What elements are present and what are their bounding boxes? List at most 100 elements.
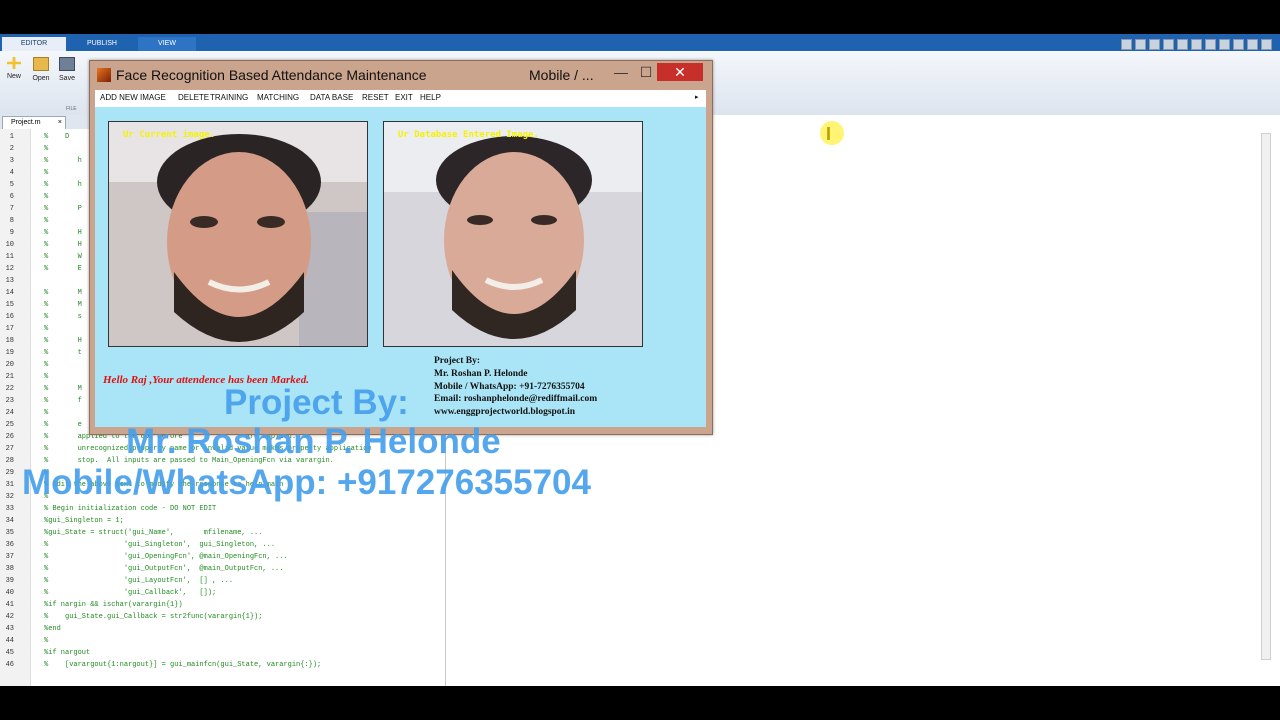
database-image-panel: Ur Database Entered Image. xyxy=(383,121,643,347)
code-line: %gui_Singleton = 1; xyxy=(44,517,124,525)
line-number: 42 xyxy=(5,613,14,621)
code-line: % M xyxy=(44,301,82,309)
line-number: 31 xyxy=(5,481,14,489)
code-line: % h xyxy=(44,181,82,189)
quick-access-icon[interactable] xyxy=(1163,39,1174,50)
line-number: 4 xyxy=(9,169,14,177)
close-tab-icon[interactable]: × xyxy=(58,117,62,129)
current-image-panel: Ur Current image. xyxy=(108,121,368,347)
line-number: 13 xyxy=(5,277,14,285)
face-recognition-window: Face Recognition Based Attendance Mainte… xyxy=(89,60,713,435)
line-number: 43 xyxy=(5,625,14,633)
line-number: 28 xyxy=(5,457,14,465)
code-line: % Begin initialization code - DO NOT EDI… xyxy=(44,505,217,513)
line-number: 10 xyxy=(5,241,14,249)
matlab-logo-icon xyxy=(97,68,111,82)
menu-help[interactable]: HELP xyxy=(420,93,441,102)
code-line: % P xyxy=(44,205,82,213)
line-number: 14 xyxy=(5,289,14,297)
quick-access-icon[interactable] xyxy=(1247,39,1258,50)
quick-access-icon[interactable] xyxy=(1177,39,1188,50)
code-line: % f xyxy=(44,397,82,405)
section-label: FILE xyxy=(66,106,77,112)
line-number: 36 xyxy=(5,541,14,549)
code-line: % e xyxy=(44,421,82,429)
line-number: 38 xyxy=(5,565,14,573)
vertical-scrollbar[interactable] xyxy=(1261,133,1271,660)
code-line: %if nargin && ischar(varargin{1}) xyxy=(44,601,183,609)
quick-access-icon[interactable] xyxy=(1205,39,1216,50)
line-number: 5 xyxy=(9,181,14,189)
menu-exit[interactable]: EXIT xyxy=(395,93,413,102)
menu-database[interactable]: DATA BASE xyxy=(310,93,353,102)
watermark-project-by: Project By: xyxy=(224,383,409,422)
line-number: 12 xyxy=(5,265,14,273)
quick-access-icon[interactable] xyxy=(1121,39,1132,50)
code-line: % H xyxy=(44,229,82,237)
ribbon-tab-strip: EDITOR PUBLISH VIEW xyxy=(0,34,1280,51)
quick-access-icon[interactable] xyxy=(1149,39,1160,50)
line-number: 32 xyxy=(5,493,14,501)
quick-access-icon[interactable] xyxy=(1191,39,1202,50)
close-button[interactable]: ✕ xyxy=(657,63,703,81)
save-button[interactable]: Save xyxy=(55,57,79,82)
text-cursor-icon: I xyxy=(826,124,832,144)
open-button[interactable]: Open xyxy=(29,57,53,82)
code-line: % xyxy=(44,373,49,381)
maximize-button[interactable]: ☐ xyxy=(635,63,657,81)
window-title: Face Recognition Based Attendance Mainte… xyxy=(116,67,427,83)
line-number: 35 xyxy=(5,529,14,537)
code-line: % 'gui_Singleton', gui_Singleton, ... xyxy=(44,541,276,549)
code-line: % [varargout{1:nargout}] = gui_mainfcn(g… xyxy=(44,661,322,669)
code-line: % h xyxy=(44,157,82,165)
plus-icon xyxy=(7,57,21,69)
tab-publish[interactable]: PUBLISH xyxy=(72,37,132,51)
code-line: % M xyxy=(44,385,82,393)
line-number: 22 xyxy=(5,385,14,393)
line-number: 26 xyxy=(5,433,14,441)
new-button[interactable]: New xyxy=(2,57,26,80)
menu-delete[interactable]: DELETE xyxy=(178,93,209,102)
credits-line: www.enggprojectworld.blogspot.in xyxy=(434,407,576,418)
code-line: % xyxy=(44,217,49,225)
face-photo xyxy=(384,122,642,346)
menu-reset[interactable]: RESET xyxy=(362,93,389,102)
line-number: 33 xyxy=(5,505,14,513)
code-line: % xyxy=(44,145,49,153)
line-number: 37 xyxy=(5,553,14,561)
code-line: % xyxy=(44,169,49,177)
folder-icon xyxy=(33,57,49,71)
tab-editor[interactable]: EDITOR xyxy=(2,37,66,51)
code-line: % xyxy=(44,361,49,369)
file-tab[interactable]: Project.m × xyxy=(2,116,66,130)
menu-matching[interactable]: MATCHING xyxy=(257,93,299,102)
tab-view[interactable]: VIEW xyxy=(138,37,196,51)
quick-access-icon[interactable] xyxy=(1233,39,1244,50)
line-number: 20 xyxy=(5,361,14,369)
line-number: 17 xyxy=(5,325,14,333)
line-number: 39 xyxy=(5,577,14,585)
credits-line: Mr. Roshan P. Helonde xyxy=(434,368,528,379)
new-label: New xyxy=(6,73,21,80)
face-photo xyxy=(109,122,367,346)
code-line: % M xyxy=(44,289,82,297)
code-line: % xyxy=(44,325,49,333)
quick-access-icon[interactable] xyxy=(1261,39,1272,50)
line-number: 2 xyxy=(9,145,14,153)
minimize-button[interactable]: — xyxy=(610,63,632,81)
code-line: % xyxy=(44,193,49,201)
quick-access-icon[interactable] xyxy=(1135,39,1146,50)
code-line: % xyxy=(44,637,49,645)
line-number: 16 xyxy=(5,313,14,321)
menu-add-new-image[interactable]: ADD NEW IMAGE xyxy=(100,93,166,102)
menu-overflow-icon[interactable]: ▸ xyxy=(695,93,699,101)
menu-training[interactable]: TRAINING xyxy=(210,93,248,102)
line-number: 41 xyxy=(5,601,14,609)
line-number: 40 xyxy=(5,589,14,597)
line-number: 25 xyxy=(5,421,14,429)
quick-access-icon[interactable] xyxy=(1219,39,1230,50)
open-label: Open xyxy=(32,75,50,82)
line-number: 19 xyxy=(5,349,14,357)
watermark-contact: Mobile/WhatsApp: +917276355704 xyxy=(22,463,591,502)
project-credits: Project By: Mr. Roshan P. Helonde Mobile… xyxy=(434,355,597,419)
